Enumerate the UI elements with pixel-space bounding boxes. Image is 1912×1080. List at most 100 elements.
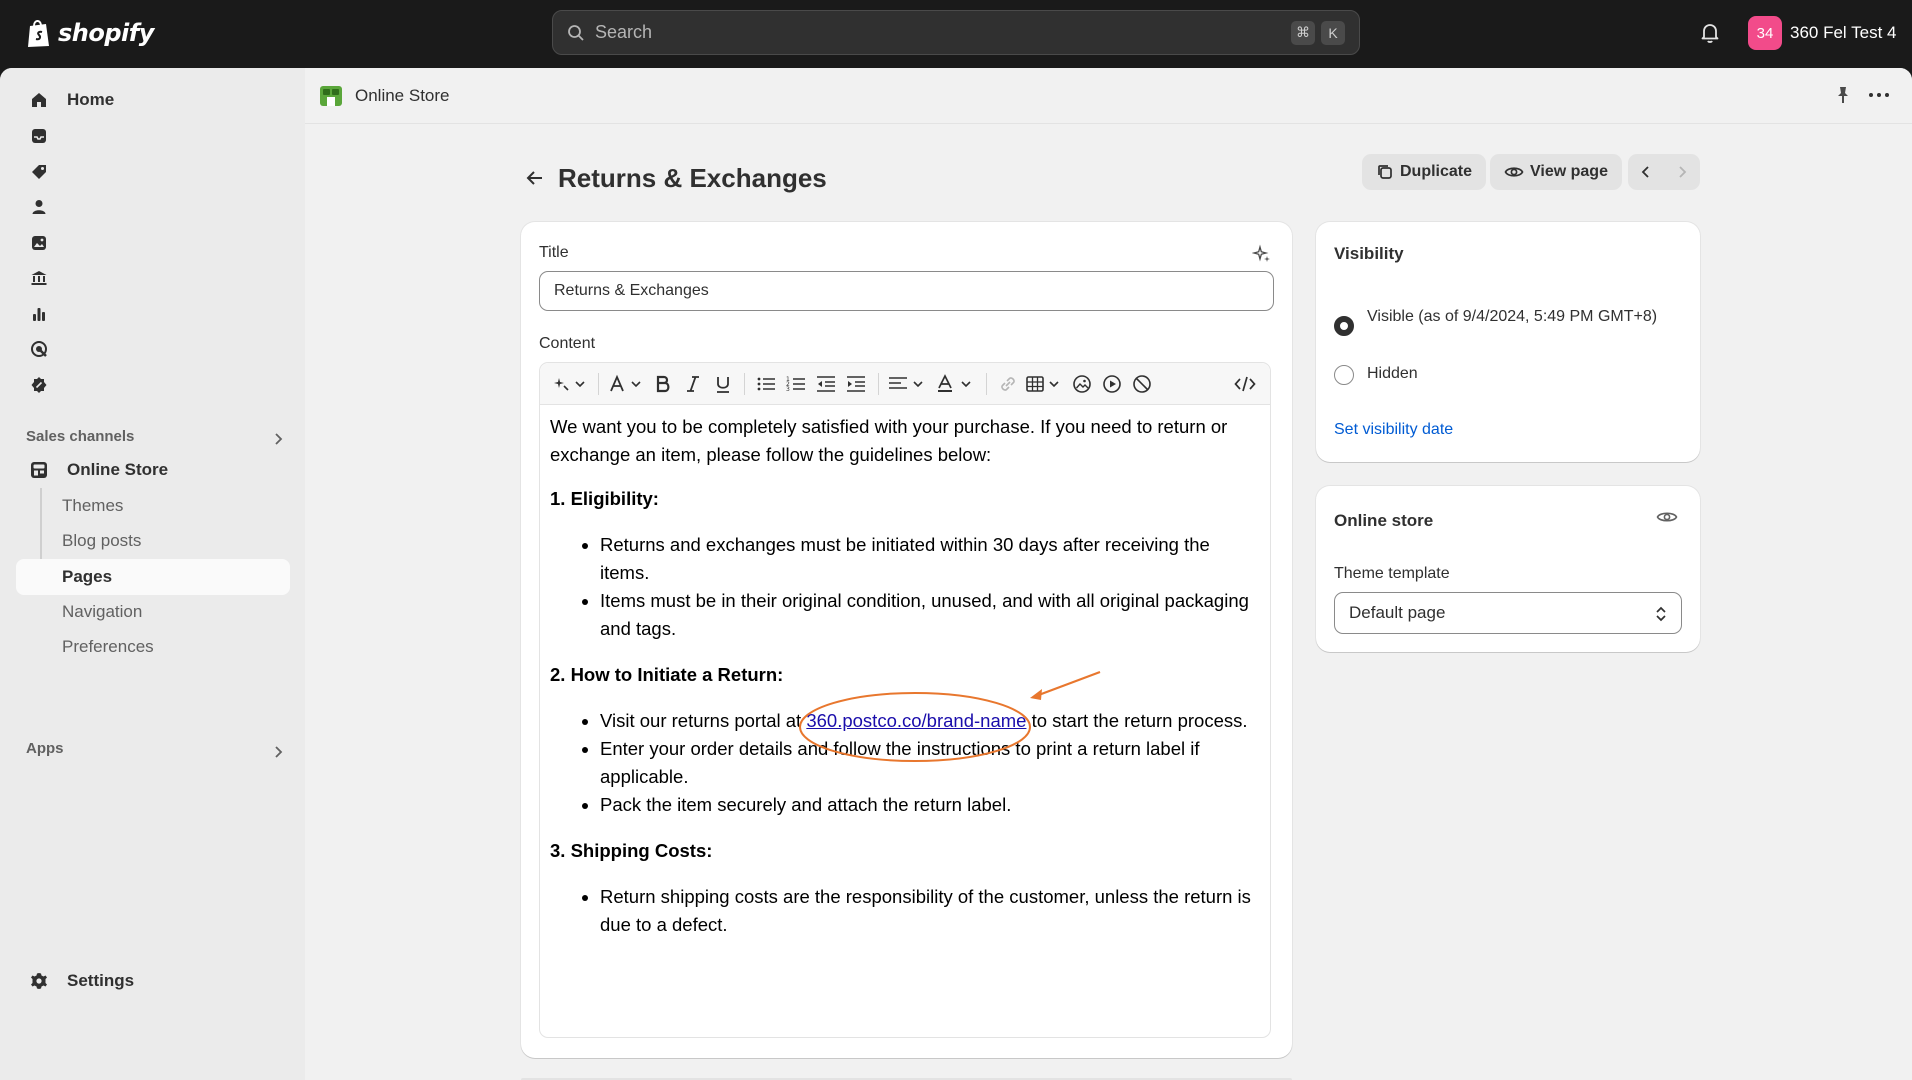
- table-icon: [1026, 376, 1059, 392]
- sidebar-item-analytics[interactable]: [16, 297, 290, 331]
- sidebar-item-customers[interactable]: [16, 190, 290, 224]
- previous-page-button[interactable]: [1628, 154, 1664, 190]
- chevron-right-icon[interactable]: [270, 744, 286, 760]
- sidebar-item-finances[interactable]: [16, 261, 290, 295]
- sidebar-sub-pages-active[interactable]: [16, 559, 290, 595]
- tag-icon: [29, 162, 49, 182]
- text-color-button[interactable]: [936, 373, 976, 395]
- sidebar-sub-preferences[interactable]: Preferences: [62, 637, 154, 657]
- image-icon: [29, 233, 49, 253]
- text-span: Visit our returns portal at: [600, 710, 807, 731]
- numbered-list-icon: 123: [786, 376, 805, 393]
- sidebar-item-marketing[interactable]: [16, 332, 290, 366]
- store-avatar: 34: [1748, 16, 1782, 50]
- returns-portal-link[interactable]: 360.postco.co/brand-name: [806, 710, 1026, 731]
- sidebar-item-home[interactable]: Home: [16, 83, 290, 117]
- sidebar-sub-pages[interactable]: Pages: [62, 567, 112, 587]
- bold-icon: [656, 375, 670, 393]
- store-menu[interactable]: 34 360 Fel Test 4: [1748, 15, 1896, 51]
- inbox-icon: [29, 126, 49, 146]
- magic-sparkle-icon[interactable]: [1252, 244, 1272, 264]
- html-code-button[interactable]: [1232, 373, 1258, 395]
- bold-button[interactable]: [652, 373, 674, 395]
- chevron-left-icon: [1641, 166, 1649, 178]
- online-store-app-icon: [320, 86, 342, 106]
- apps-header[interactable]: Apps: [26, 740, 64, 757]
- person-icon: [29, 197, 49, 217]
- list-item: Visit our returns portal at 360.postco.c…: [600, 707, 1262, 735]
- list-item: Return shipping costs are the responsibi…: [600, 883, 1262, 939]
- duplicate-icon: [1378, 165, 1392, 179]
- sidebar-item-content[interactable]: [16, 226, 290, 260]
- theme-template-label: Theme template: [1334, 565, 1450, 582]
- text-color-icon: [938, 374, 971, 392]
- view-page-button[interactable]: View page: [1490, 154, 1622, 190]
- sidebar-sub-blog-posts[interactable]: Blog posts: [62, 531, 141, 551]
- sidebar-item-settings[interactable]: Settings: [16, 964, 290, 998]
- heading-eligibility: 1. Eligibility:: [550, 488, 659, 509]
- sidebar-item-label: Online Store: [67, 460, 169, 479]
- indent-button[interactable]: [844, 373, 868, 395]
- search-bar[interactable]: ⌘ K: [552, 10, 1360, 55]
- sidebar-item-label: Home: [67, 90, 115, 109]
- sidebar-sub-themes[interactable]: Themes: [62, 496, 123, 516]
- set-visibility-date-link[interactable]: Set visibility date: [1334, 421, 1453, 439]
- next-page-button[interactable]: [1664, 154, 1700, 190]
- visible-label[interactable]: Visible (as of 9/4/2024, 5:49 PM GMT+8): [1367, 304, 1667, 329]
- sidebar-sub-navigation[interactable]: Navigation: [62, 602, 142, 622]
- search-input[interactable]: [595, 22, 1285, 43]
- insert-video-button[interactable]: [1100, 373, 1124, 395]
- eye-icon[interactable]: [1656, 508, 1678, 526]
- indent-icon: [847, 376, 865, 392]
- editor-toolbar: 123: [540, 363, 1270, 405]
- align-button[interactable]: [888, 373, 928, 395]
- back-button[interactable]: [520, 163, 550, 193]
- sidebar-item-label: Settings: [67, 971, 135, 990]
- pin-icon[interactable]: [1833, 85, 1853, 105]
- home-icon: [29, 90, 49, 110]
- underline-button[interactable]: [712, 373, 734, 395]
- magic-dropdown-icon: [554, 378, 585, 391]
- title-input[interactable]: Returns & Exchanges: [539, 271, 1274, 311]
- outdent-button[interactable]: [814, 373, 838, 395]
- sidebar-item-orders[interactable]: [16, 119, 290, 153]
- shopify-logo[interactable]: shopify: [26, 16, 154, 50]
- eye-icon: [1504, 167, 1524, 177]
- sidebar-item-discounts[interactable]: [16, 368, 290, 402]
- block-icon: [1133, 375, 1151, 393]
- top-bar: shopify ⌘ K 34 360 Fel Test 4: [0, 0, 1912, 68]
- sales-channels-header[interactable]: Sales channels: [26, 428, 134, 445]
- storefront-icon: [29, 460, 49, 480]
- more-horizontal-icon[interactable]: [1867, 85, 1891, 105]
- bell-icon[interactable]: [1698, 21, 1722, 45]
- chevron-right-icon[interactable]: [270, 431, 286, 447]
- sidebar: Home Sales channels Online Store Themes …: [0, 68, 305, 1080]
- numbered-list-button[interactable]: 123: [784, 373, 808, 395]
- outdent-icon: [817, 376, 835, 392]
- italic-button[interactable]: [682, 373, 704, 395]
- clear-format-button[interactable]: [1130, 373, 1154, 395]
- visible-radio[interactable]: [1334, 316, 1354, 336]
- align-left-icon: [889, 377, 923, 389]
- editor-content[interactable]: We want you to be completely satisfied w…: [550, 413, 1262, 957]
- hidden-radio[interactable]: [1334, 365, 1354, 385]
- rich-text-editor: 123 We want you to be completely satisfi…: [539, 362, 1271, 1038]
- arrow-left-icon: [526, 171, 542, 185]
- magic-format-button[interactable]: [552, 373, 588, 395]
- bullet-list-button[interactable]: [754, 373, 778, 395]
- sidebar-item-products[interactable]: [16, 155, 290, 189]
- online-store-heading: Online store: [1334, 511, 1434, 530]
- sidebar-item-online-store[interactable]: Online Store: [16, 453, 290, 487]
- hidden-label[interactable]: Hidden: [1367, 365, 1418, 383]
- text-style-button[interactable]: [608, 373, 646, 395]
- link-button[interactable]: [996, 373, 1020, 395]
- svg-text:3: 3: [786, 386, 790, 393]
- intro-paragraph: We want you to be completely satisfied w…: [550, 416, 1228, 465]
- list-item: Enter your order details and follow the …: [600, 735, 1262, 791]
- duplicate-button[interactable]: Duplicate: [1362, 154, 1487, 190]
- theme-template-select[interactable]: Default page: [1334, 592, 1682, 634]
- insert-image-button[interactable]: [1070, 373, 1094, 395]
- toolbar-separator: [744, 373, 745, 395]
- view-page-label: View page: [1530, 163, 1608, 180]
- table-button[interactable]: [1026, 373, 1064, 395]
